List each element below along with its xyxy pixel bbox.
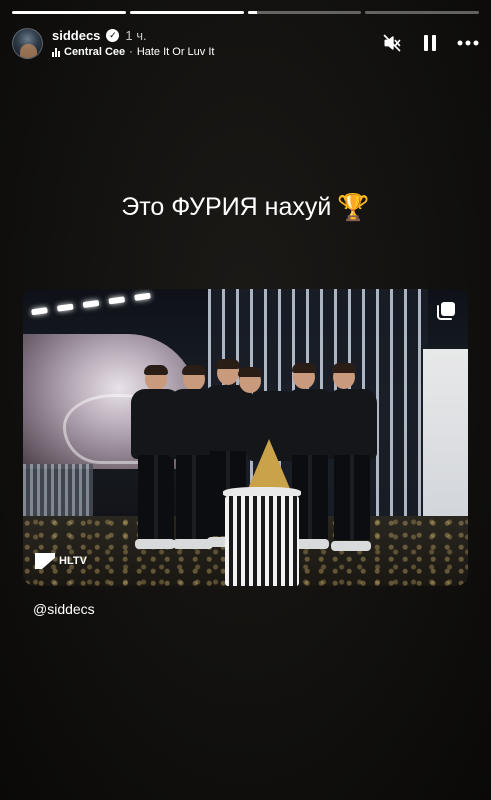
pause-button[interactable] [419,32,441,54]
music-track: Hate It Or Luv It [136,46,215,58]
stage-side-panel [423,349,468,519]
story-header: siddecs ✓ 1 ч. Central Cee · Hate It Or … [12,24,479,62]
story-progress [12,11,479,14]
multiple-images-icon[interactable] [436,301,456,321]
progress-segment [12,11,126,14]
progress-segment [247,11,362,14]
progress-fill [12,11,126,14]
hltv-logo-icon [35,553,55,569]
watermark-text: HLTV [59,555,87,567]
hltv-watermark: HLTV [35,553,87,569]
post-time: 1 ч. [125,28,147,43]
story-meta: siddecs ✓ 1 ч. Central Cee · Hate It Or … [52,28,214,58]
music-bars-icon [52,47,60,57]
music-artist: Central Cee [64,46,126,58]
mute-icon [383,34,401,52]
caption-text: Это ФУРИЯ нахуй [121,193,332,221]
mute-button[interactable] [381,32,403,54]
music-row[interactable]: Central Cee · Hate It Or Luv It [52,46,214,58]
story-view[interactable]: siddecs ✓ 1 ч. Central Cee · Hate It Or … [0,0,491,800]
trophy-emoji: 🏆 [337,192,370,222]
caster-desk [23,464,93,519]
verified-icon: ✓ [106,29,120,42]
pause-icon [424,35,436,51]
trophy-pedestal [225,496,299,586]
progress-fill [247,11,257,14]
story-controls [381,32,479,54]
player [323,363,393,585]
progress-segment [129,11,244,14]
avatar[interactable] [12,27,43,59]
more-button[interactable] [457,32,479,54]
progress-fill [129,11,244,14]
major-trophy [247,439,291,491]
progress-segment [365,11,479,14]
shared-post-photo[interactable]: HLTV [23,289,468,586]
username[interactable]: siddecs [52,28,100,43]
story-caption: Это ФУРИЯ нахуй 🏆 [0,192,491,223]
music-separator: · [129,46,133,58]
more-icon [457,40,479,46]
mention-sticker[interactable]: @siddecs [33,601,95,617]
user-row: siddecs ✓ 1 ч. [52,28,214,43]
